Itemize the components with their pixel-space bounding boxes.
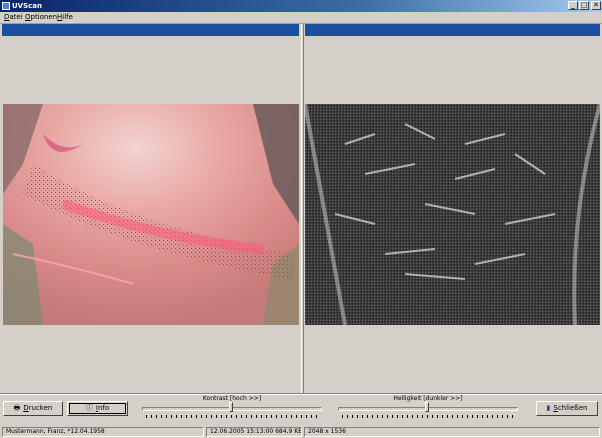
contrast-label: Kontrast [hoch >>] <box>202 395 262 402</box>
scalp-color-image <box>3 104 299 325</box>
app-icon <box>2 2 10 10</box>
title-bar[interactable]: UVScan _ □ ✕ <box>0 0 602 12</box>
contrast-slider-thumb[interactable] <box>229 402 233 412</box>
right-panel-header <box>305 24 600 36</box>
original-scan-image <box>3 104 299 325</box>
info-button-label: Info <box>95 404 110 412</box>
close-button-label: Schließen <box>553 404 588 412</box>
exit-door-icon: ▮ <box>546 404 551 412</box>
status-bar: Mustermann, Franz, *12.04.1958 12.06.200… <box>0 426 602 438</box>
menu-datei[interactable]: Datei <box>4 13 23 22</box>
maximize-button[interactable]: □ <box>579 1 589 10</box>
info-button[interactable]: ⓘ Info <box>67 401 128 416</box>
contrast-ticks <box>146 415 320 418</box>
close-window-button[interactable]: ✕ <box>591 1 601 10</box>
panel-splitter[interactable] <box>301 24 304 394</box>
brightness-slider-thumb[interactable] <box>425 402 429 412</box>
brightness-ticks <box>342 415 516 418</box>
print-button-label: Drucken <box>23 404 53 412</box>
minimize-button[interactable]: _ <box>568 1 578 10</box>
scalp-grayscale-image <box>305 104 600 325</box>
menu-hilfe[interactable]: Hilfe <box>57 13 73 22</box>
window-title: UVScan <box>12 2 42 10</box>
close-button[interactable]: ▮ Schließen <box>536 401 598 416</box>
processed-scan-image <box>305 104 600 325</box>
info-icon: ⓘ <box>85 404 93 412</box>
menu-bar: Datei Optionen Hilfe <box>0 12 602 24</box>
status-patient: Mustermann, Franz, *12.04.1958 <box>2 427 204 437</box>
print-button[interactable]: 🖶 Drucken <box>3 401 63 416</box>
status-file-info: 12.06.2005 15:13:00 684,9 KB <box>206 427 302 437</box>
left-panel-header <box>2 24 299 36</box>
printer-icon: 🖶 <box>13 404 21 412</box>
status-resolution: 2048 x 1536 <box>304 427 600 437</box>
menu-optionen[interactable]: Optionen <box>25 13 57 22</box>
brightness-label: Helligkeit [dunkler >>] <box>393 395 463 402</box>
